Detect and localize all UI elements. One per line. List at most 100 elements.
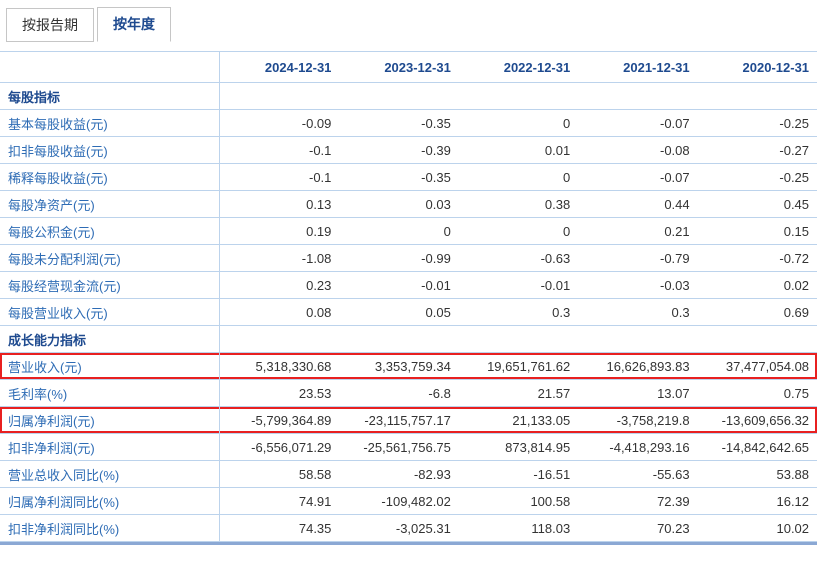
- cell-value: -0.1: [220, 137, 339, 163]
- cell-value: 5,318,330.68: [220, 353, 339, 379]
- table-row: 扣非净利润(元)-6,556,071.29-25,561,756.75873,8…: [0, 434, 817, 461]
- cell-value: -14,842,642.65: [698, 434, 817, 460]
- cell-value: -0.99: [339, 245, 458, 271]
- cell-value: 58.58: [220, 461, 339, 487]
- cell-value: -0.72: [698, 245, 817, 271]
- row-label: 每股经营现金流(元): [0, 272, 220, 298]
- row-label: 每股净资产(元): [0, 191, 220, 217]
- tab-by-year[interactable]: 按年度: [97, 7, 171, 42]
- cell-value: 21.57: [459, 380, 578, 406]
- cell-value: 0.75: [698, 380, 817, 406]
- table-row: 扣非每股收益(元)-0.1-0.390.01-0.08-0.27: [0, 137, 817, 164]
- cell-value: 0.02: [698, 272, 817, 298]
- table-row: 每股净资产(元)0.130.030.380.440.45: [0, 191, 817, 218]
- cell-value: -0.08: [578, 137, 697, 163]
- cell-value: 0: [459, 164, 578, 190]
- cell-value: 72.39: [578, 488, 697, 514]
- table-row: 营业收入(元)5,318,330.683,353,759.3419,651,76…: [0, 353, 817, 380]
- cell-value: -82.93: [339, 461, 458, 487]
- report-period-tab-bar: 按报告期按年度: [0, 0, 817, 42]
- cell-value: 0.3: [578, 299, 697, 325]
- cell-value: 10.02: [698, 515, 817, 541]
- cell-value: 0.01: [459, 137, 578, 163]
- cell-value: 74.91: [220, 488, 339, 514]
- cell-value: -16.51: [459, 461, 578, 487]
- column-header-date: 2022-12-31: [459, 52, 578, 82]
- financial-indicators-page: 按报告期按年度 2024-12-312023-12-312022-12-3120…: [0, 0, 817, 545]
- empty-cell: [578, 326, 697, 352]
- cell-value: 0.19: [220, 218, 339, 244]
- section-title: 每股指标: [0, 83, 220, 109]
- cell-value: 0.38: [459, 191, 578, 217]
- table-row: 稀释每股收益(元)-0.1-0.350-0.07-0.25: [0, 164, 817, 191]
- cell-value: -0.25: [698, 110, 817, 136]
- cell-value: 0: [459, 218, 578, 244]
- row-label: 每股未分配利润(元): [0, 245, 220, 271]
- cell-value: 0.69: [698, 299, 817, 325]
- row-label: 营业收入(元): [0, 353, 220, 379]
- column-header-date: 2024-12-31: [220, 52, 339, 82]
- section-header-row: 成长能力指标: [0, 326, 817, 353]
- cell-value: 21,133.05: [459, 407, 578, 433]
- cell-value: 0.05: [339, 299, 458, 325]
- row-label: 扣非净利润(元): [0, 434, 220, 460]
- cell-value: 0.13: [220, 191, 339, 217]
- table-row: 扣非净利润同比(%)74.35-3,025.31118.0370.2310.02: [0, 515, 817, 542]
- row-label: 每股营业收入(元): [0, 299, 220, 325]
- cell-value: -6.8: [339, 380, 458, 406]
- table-row: 每股营业收入(元)0.080.050.30.30.69: [0, 299, 817, 326]
- cell-value: -5,799,364.89: [220, 407, 339, 433]
- cell-value: 53.88: [698, 461, 817, 487]
- row-label: 稀释每股收益(元): [0, 164, 220, 190]
- empty-cell: [459, 83, 578, 109]
- cell-value: 0.21: [578, 218, 697, 244]
- cell-value: 3,353,759.34: [339, 353, 458, 379]
- cell-value: -23,115,757.17: [339, 407, 458, 433]
- cell-value: 0.45: [698, 191, 817, 217]
- cell-value: 0.15: [698, 218, 817, 244]
- cell-value: 13.07: [578, 380, 697, 406]
- cell-value: -0.25: [698, 164, 817, 190]
- empty-cell: [459, 326, 578, 352]
- row-label: 每股公积金(元): [0, 218, 220, 244]
- cell-value: -0.63: [459, 245, 578, 271]
- cell-value: -0.39: [339, 137, 458, 163]
- cell-value: -25,561,756.75: [339, 434, 458, 460]
- empty-cell: [339, 83, 458, 109]
- cell-value: -3,758,219.8: [578, 407, 697, 433]
- row-label: 基本每股收益(元): [0, 110, 220, 136]
- empty-cell: [578, 83, 697, 109]
- column-header-date: 2021-12-31: [578, 52, 697, 82]
- row-label: 扣非净利润同比(%): [0, 515, 220, 541]
- table-row: 营业总收入同比(%)58.58-82.93-16.51-55.6353.88: [0, 461, 817, 488]
- cell-value: -55.63: [578, 461, 697, 487]
- cell-value: -0.27: [698, 137, 817, 163]
- row-label: 归属净利润(元): [0, 407, 220, 433]
- cell-value: -3,025.31: [339, 515, 458, 541]
- cell-value: 118.03: [459, 515, 578, 541]
- cell-value: 0: [339, 218, 458, 244]
- cell-value: 74.35: [220, 515, 339, 541]
- empty-cell: [220, 326, 339, 352]
- cell-value: -0.1: [220, 164, 339, 190]
- cell-value: 19,651,761.62: [459, 353, 578, 379]
- cell-value: -0.35: [339, 110, 458, 136]
- financial-indicators-table: 2024-12-312023-12-312022-12-312021-12-31…: [0, 51, 817, 545]
- cell-value: -13,609,656.32: [698, 407, 817, 433]
- table-row: 归属净利润(元)-5,799,364.89-23,115,757.1721,13…: [0, 407, 817, 434]
- tab-by-report-period[interactable]: 按报告期: [6, 8, 94, 42]
- empty-cell: [698, 83, 817, 109]
- cell-value: 70.23: [578, 515, 697, 541]
- cell-value: 0.08: [220, 299, 339, 325]
- cell-value: 16.12: [698, 488, 817, 514]
- cell-value: -6,556,071.29: [220, 434, 339, 460]
- table-row: 基本每股收益(元)-0.09-0.350-0.07-0.25: [0, 110, 817, 137]
- cell-value: -0.35: [339, 164, 458, 190]
- cell-value: 873,814.95: [459, 434, 578, 460]
- cell-value: 0.3: [459, 299, 578, 325]
- column-header-date: 2023-12-31: [339, 52, 458, 82]
- row-label: 扣非每股收益(元): [0, 137, 220, 163]
- cell-value: -0.01: [459, 272, 578, 298]
- cell-value: -0.07: [578, 110, 697, 136]
- table-header-row: 2024-12-312023-12-312022-12-312021-12-31…: [0, 52, 817, 83]
